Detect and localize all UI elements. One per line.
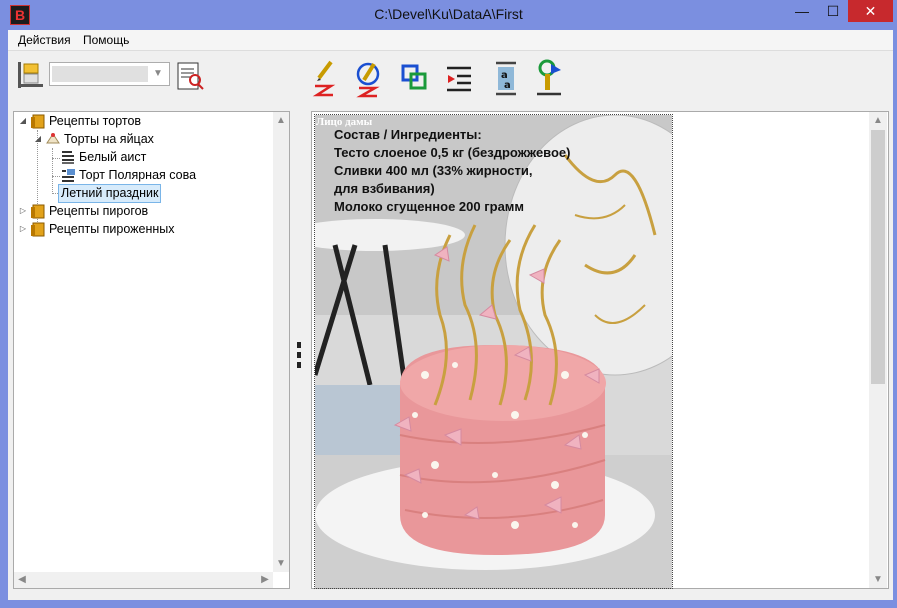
ingredient-line: Тесто слоеное 0,5 кг (бездрожжевое): [334, 145, 571, 160]
expander-collapsed-icon[interactable]: ▷: [18, 224, 28, 234]
tree-item-summer-holiday[interactable]: Летний праздник: [58, 184, 162, 203]
tree-item-polar-owl[interactable]: Торт Полярная сова: [79, 166, 196, 184]
node-selector-value: [52, 66, 148, 82]
scroll-up-icon[interactable]: ▲: [273, 113, 289, 129]
menu-actions[interactable]: Действия: [18, 33, 71, 47]
search-document-icon[interactable]: [176, 61, 206, 93]
status-bar: [8, 593, 893, 600]
expander-collapsed-icon[interactable]: ▷: [18, 206, 28, 216]
text-align-icon[interactable]: [443, 58, 475, 98]
minimize-button[interactable]: —: [786, 0, 818, 22]
scroll-down-icon[interactable]: ▼: [273, 556, 289, 572]
close-button[interactable]: ✕: [848, 0, 893, 22]
folder-book-icon: [30, 203, 46, 219]
upload-icon[interactable]: [533, 58, 565, 98]
maximize-button[interactable]: ☐: [817, 0, 849, 22]
window-title: C:\Devel\Ku\DataA\First: [374, 6, 523, 22]
tree-view-icon[interactable]: [16, 60, 46, 92]
splitter-grip[interactable]: [297, 340, 301, 370]
document-lines-icon: [60, 149, 76, 165]
folder-book-icon: [30, 221, 46, 237]
link-boxes-icon[interactable]: [399, 58, 431, 98]
document-image-icon: [60, 167, 76, 183]
tree-connector: [52, 158, 60, 159]
scroll-left-icon[interactable]: ◀: [14, 572, 30, 588]
tree-item-white-stork[interactable]: Белый аист: [79, 148, 146, 166]
tree-item-pastry-recipes[interactable]: Рецепты пироженных: [49, 220, 175, 238]
tree-connector: [52, 148, 53, 194]
scroll-right-icon[interactable]: ▶: [257, 572, 273, 588]
ingredient-line: Сливки 400 мл (33% жирности,: [334, 163, 533, 178]
tree-connector: [52, 176, 60, 177]
scroll-down-icon[interactable]: ▼: [870, 572, 886, 588]
ingredients-title: Состав / Ингредиенты:: [334, 127, 482, 142]
expander-expanded-icon[interactable]: ◢: [18, 116, 28, 126]
svg-text:a: a: [504, 80, 511, 91]
scrollbar-thumb[interactable]: [871, 130, 885, 384]
folder-book-icon: [30, 113, 46, 129]
tree-item-pie-recipes[interactable]: Рецепты пирогов: [49, 202, 148, 220]
tree-vertical-scrollbar[interactable]: [273, 112, 289, 572]
scroll-up-icon[interactable]: ▲: [870, 113, 886, 129]
tree-item-egg-cakes[interactable]: Торты на яйцах: [64, 130, 154, 148]
edit-z-icon[interactable]: [309, 58, 341, 98]
ingredients-text: Состав / Ингредиенты: Тесто слоеное 0,5 …: [334, 126, 571, 216]
menu-bar: [8, 30, 893, 50]
chevron-down-icon[interactable]: ▼: [150, 66, 166, 82]
expander-expanded-icon[interactable]: ◢: [33, 134, 43, 144]
menu-help[interactable]: Помощь: [83, 33, 129, 47]
tree-horizontal-scrollbar[interactable]: [14, 572, 273, 588]
text-height-icon[interactable]: a a: [490, 58, 522, 98]
cake-slice-icon: [45, 131, 61, 147]
ingredient-line: для взбивания): [334, 181, 435, 196]
ingredient-line: Молоко сгущенное 200 грамм: [334, 199, 525, 214]
edit-z-circle-icon[interactable]: [352, 58, 384, 98]
tree-item-cake-recipes[interactable]: Рецепты тортов: [49, 112, 141, 130]
